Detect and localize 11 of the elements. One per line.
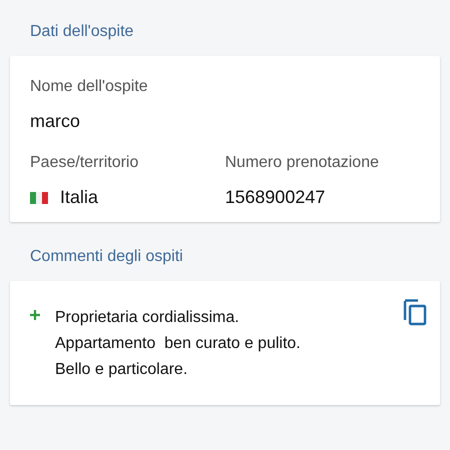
field-value: Italia [60, 187, 98, 208]
plus-icon [30, 310, 40, 320]
field-value: marco [30, 111, 80, 132]
copy-icon[interactable] [403, 298, 427, 326]
field-value: 1568900247 [225, 187, 326, 208]
section-title: Dati dell'ospite [29, 23, 135, 42]
field-label: Numero prenotazione [225, 154, 380, 172]
field-label: Paese/territorio [30, 154, 140, 172]
field-label: Nome dell'ospite [30, 78, 149, 96]
comment-text: Proprietaria cordialissima. Appartamento ben curato e pulito. Bello e particolare. [55, 308, 300, 380]
section-title: Commenti degli ospiti [29, 248, 184, 267]
